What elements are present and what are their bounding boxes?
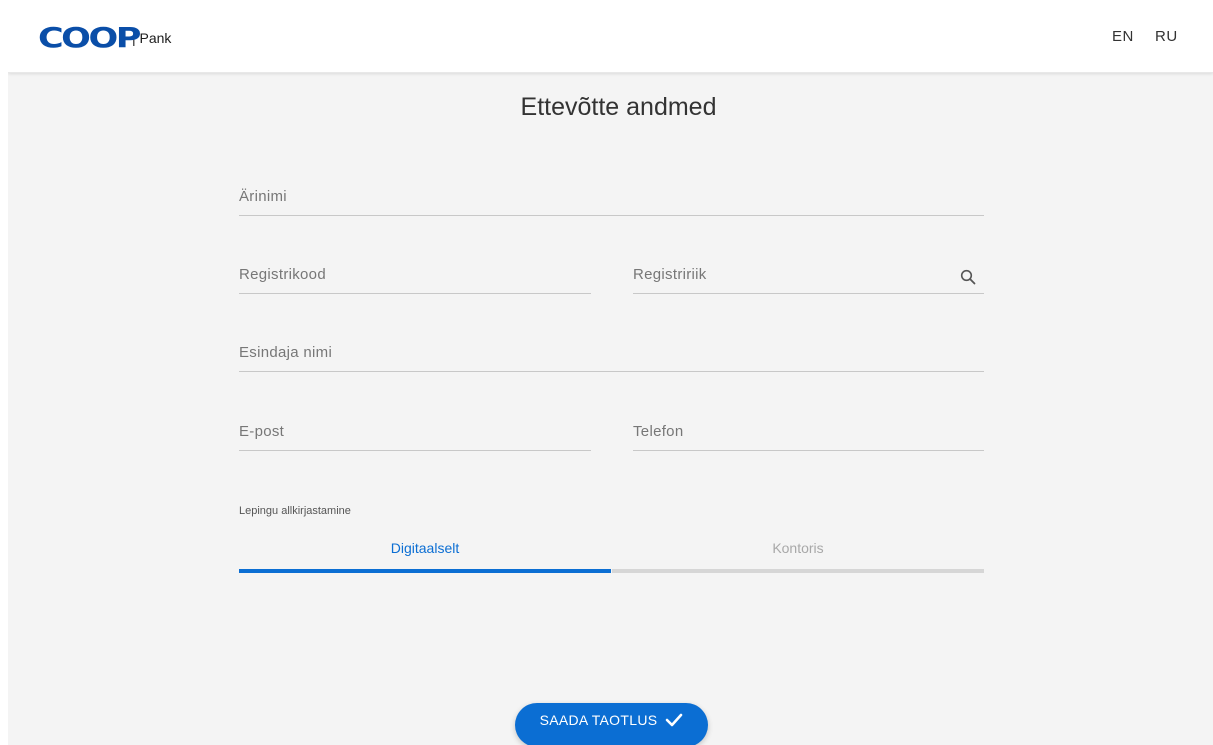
registry-country-field [633,254,984,294]
submit-application-button[interactable]: SAADA TAOTLUS [515,703,708,745]
submit-button-label: SAADA TAOTLUS [539,712,658,728]
check-icon [666,713,683,727]
logo-coop-text: COOP [38,21,141,54]
page-title: Ettevõtte andmed [520,93,717,121]
email-input[interactable] [239,423,591,440]
coop-pank-logo[interactable]: COOP | Pank [38,23,171,53]
business-name-field [239,176,984,216]
app-frame: COOP | Pank EN RU Ettevõtte andmed Lepin… [8,8,1213,745]
phone-input[interactable] [633,423,984,440]
tab-active-indicator [239,569,611,573]
signing-method-label: Lepingu allkirjastamine [239,505,351,517]
tab-inactive-indicator [612,569,984,573]
signing-method-tabs: Digitaalselt Kontoris [239,533,984,573]
top-header: COOP | Pank EN RU [8,8,1213,73]
search-icon[interactable] [960,269,976,285]
tab-in-office-label: Kontoris [772,540,824,556]
representative-name-input[interactable] [239,344,984,361]
language-ru-link[interactable]: RU [1155,28,1178,45]
phone-field [633,411,984,451]
tab-in-office[interactable]: Kontoris [612,533,984,573]
tab-digitally[interactable]: Digitaalselt [239,533,611,573]
business-name-input[interactable] [239,188,984,205]
registry-code-input[interactable] [239,266,591,283]
tab-digitally-label: Digitaalselt [390,540,460,556]
language-en-link[interactable]: EN [1112,28,1134,45]
registry-code-field [239,254,591,294]
email-field [239,411,591,451]
representative-name-field [239,332,984,372]
registry-country-input[interactable] [633,266,984,283]
